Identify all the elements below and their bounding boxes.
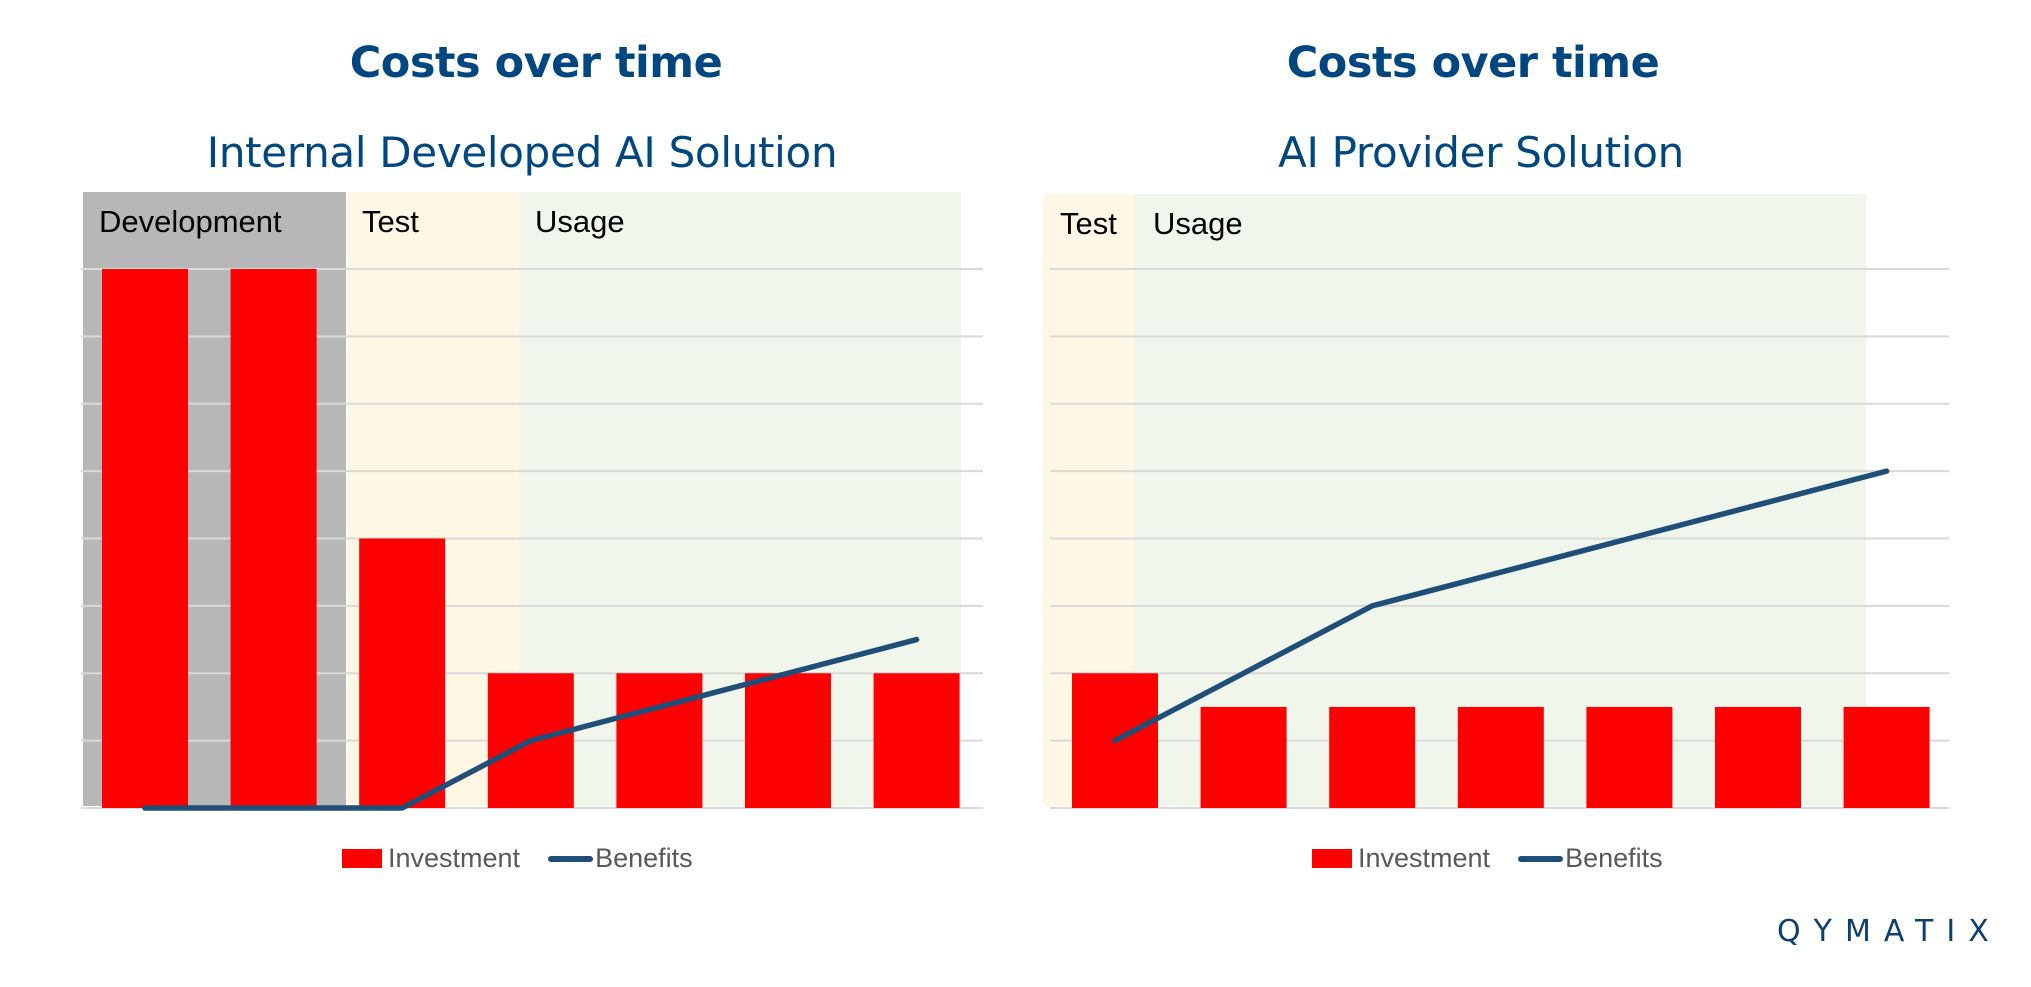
left-chart-legend: Investment Benefits bbox=[342, 843, 693, 874]
phase-label-development: Development bbox=[99, 204, 282, 239]
right-chart-legend: Investment Benefits bbox=[1312, 843, 1663, 874]
investment-bar bbox=[102, 269, 188, 808]
phase-label-usage: Usage bbox=[1153, 206, 1243, 241]
investment-bar bbox=[1329, 706, 1416, 808]
investment-bar bbox=[1715, 706, 1801, 808]
right-chart: Test Usage bbox=[1043, 194, 1949, 809]
investment-bar bbox=[745, 673, 831, 808]
legend-benefits-label: Benefits bbox=[595, 843, 693, 873]
investment-bar bbox=[1457, 706, 1544, 808]
investment-bar bbox=[359, 538, 446, 808]
investment-bar bbox=[1200, 706, 1287, 808]
investment-bar bbox=[616, 673, 703, 808]
investment-bar bbox=[230, 269, 317, 808]
left-chart: Development Test Usage bbox=[81, 192, 983, 811]
legend-investment-swatch bbox=[1312, 849, 1352, 868]
phase-label-test: Test bbox=[1060, 206, 1117, 241]
charts-canvas: Development Test Usage Test Usage bbox=[81, 192, 1949, 811]
phase-label-test: Test bbox=[362, 204, 419, 239]
phase-label-usage: Usage bbox=[535, 204, 625, 239]
investment-bar bbox=[873, 673, 960, 808]
legend-benefits-swatch bbox=[1518, 855, 1564, 862]
legend-investment-swatch bbox=[342, 849, 382, 868]
phase-divider bbox=[346, 192, 348, 806]
qymatix-logo: QYMATIX bbox=[1777, 914, 2002, 949]
investment-bar bbox=[1586, 706, 1673, 808]
legend-benefits-swatch bbox=[548, 855, 594, 862]
legend-investment-label: Investment bbox=[388, 843, 521, 873]
legend-investment-label: Investment bbox=[1358, 843, 1491, 873]
investment-bar bbox=[1843, 706, 1930, 808]
legend-benefits-label: Benefits bbox=[1565, 843, 1663, 873]
